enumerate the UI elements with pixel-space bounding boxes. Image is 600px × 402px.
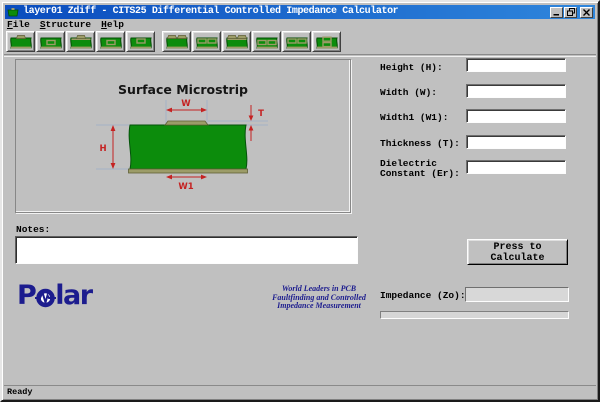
surface-microstrip-icon bbox=[8, 34, 34, 50]
menu-structure[interactable]: Structure bbox=[40, 19, 91, 31]
toolbar-diff-stripline-button[interactable] bbox=[252, 31, 281, 52]
diff-surface-microstrip-icon bbox=[164, 34, 190, 50]
title-bar: layer01 Zdiff - CITS25 Differential Cont… bbox=[5, 5, 595, 19]
h-dimension-label: H bbox=[99, 144, 106, 154]
tagline-line-3: Impedance Measurement bbox=[256, 302, 382, 311]
toolbar-surface-microstrip-button[interactable] bbox=[6, 31, 35, 52]
broadside-coupled-stripline-icon bbox=[314, 34, 340, 50]
close-icon bbox=[583, 9, 590, 16]
substrate-board bbox=[129, 125, 247, 169]
w1-dimension-label: W1 bbox=[178, 182, 193, 192]
dielectric-constant-label: Dielectric Constant (Er): bbox=[380, 159, 472, 179]
thickness-label: Thickness (T): bbox=[380, 139, 472, 149]
stripline-icon bbox=[98, 34, 124, 50]
embedded-microstrip-icon bbox=[38, 34, 64, 50]
width-input[interactable] bbox=[466, 84, 566, 98]
toolbar-diff-embedded-microstrip-button[interactable] bbox=[192, 31, 221, 52]
restore-button[interactable] bbox=[564, 7, 577, 18]
progress-bar bbox=[380, 311, 569, 319]
minimize-button[interactable] bbox=[550, 7, 563, 18]
w-dimension-label: W bbox=[181, 99, 191, 109]
restore-icon bbox=[567, 8, 575, 16]
diagram-title: Surface Microstrip bbox=[118, 82, 248, 97]
toolbar-stripline-button[interactable] bbox=[96, 31, 125, 52]
toolbar-broadside-coupled-button[interactable] bbox=[312, 31, 341, 52]
menu-help[interactable]: Help bbox=[101, 19, 124, 31]
close-button[interactable] bbox=[580, 7, 593, 18]
copper-trace bbox=[165, 121, 208, 125]
diff-embedded-microstrip-icon bbox=[194, 34, 220, 50]
offset-stripline-icon bbox=[128, 34, 154, 50]
app-window: layer01 Zdiff - CITS25 Differential Cont… bbox=[0, 0, 600, 402]
width1-input[interactable] bbox=[466, 109, 566, 123]
diff-offset-stripline-icon bbox=[284, 34, 310, 50]
diff-stripline-icon bbox=[254, 34, 280, 50]
toolbar-offset-stripline-button[interactable] bbox=[126, 31, 155, 52]
t-dimension-label: T bbox=[258, 109, 264, 119]
app-icon bbox=[7, 7, 19, 17]
brand-tagline: World Leaders in PCB Faultfinding and Co… bbox=[256, 285, 382, 311]
notes-textarea[interactable] bbox=[15, 236, 358, 264]
bottom-copper-plane bbox=[129, 169, 248, 173]
toolbar-diff-offset-stripline-button[interactable] bbox=[282, 31, 311, 52]
menu-file[interactable]: File bbox=[7, 19, 30, 31]
coated-microstrip-icon bbox=[68, 34, 94, 50]
polar-logo: P lar bbox=[17, 281, 92, 311]
minimize-icon bbox=[553, 9, 560, 16]
notes-label: Notes: bbox=[16, 224, 50, 235]
polar-logo-o-waveform-icon bbox=[35, 287, 56, 308]
structure-diagram-panel: Surface Microstrip bbox=[15, 59, 351, 213]
toolbar-embedded-microstrip-button[interactable] bbox=[36, 31, 65, 52]
polar-logo-text-lar: lar bbox=[55, 281, 91, 311]
window-title: layer01 Zdiff - CITS25 Differential Cont… bbox=[23, 5, 398, 19]
menu-bar: File Structure Help bbox=[7, 19, 124, 31]
structure-toolbar bbox=[6, 31, 342, 52]
width-label: Width (W): bbox=[380, 88, 472, 98]
diff-coated-microstrip-icon bbox=[224, 34, 250, 50]
impedance-output bbox=[465, 287, 569, 302]
structure-diagram: Surface Microstrip bbox=[16, 60, 350, 212]
dielectric-constant-input[interactable] bbox=[466, 160, 566, 174]
toolbar-coated-microstrip-button[interactable] bbox=[66, 31, 95, 52]
toolbar-diff-coated-microstrip-button[interactable] bbox=[222, 31, 251, 52]
toolbar-diff-surface-microstrip-button[interactable] bbox=[162, 31, 191, 52]
status-text: Ready bbox=[7, 387, 33, 397]
status-bar: Ready bbox=[4, 385, 596, 398]
thickness-input[interactable] bbox=[466, 135, 566, 149]
polar-logo-text-p: P bbox=[17, 281, 35, 311]
calculate-button[interactable]: Press to Calculate bbox=[467, 239, 568, 265]
width1-label: Width1 (W1): bbox=[380, 113, 472, 123]
height-input[interactable] bbox=[466, 58, 566, 72]
toolbar-divider bbox=[4, 54, 596, 57]
impedance-label: Impedance (Zo): bbox=[380, 290, 466, 301]
height-label: Height (H): bbox=[380, 63, 472, 73]
